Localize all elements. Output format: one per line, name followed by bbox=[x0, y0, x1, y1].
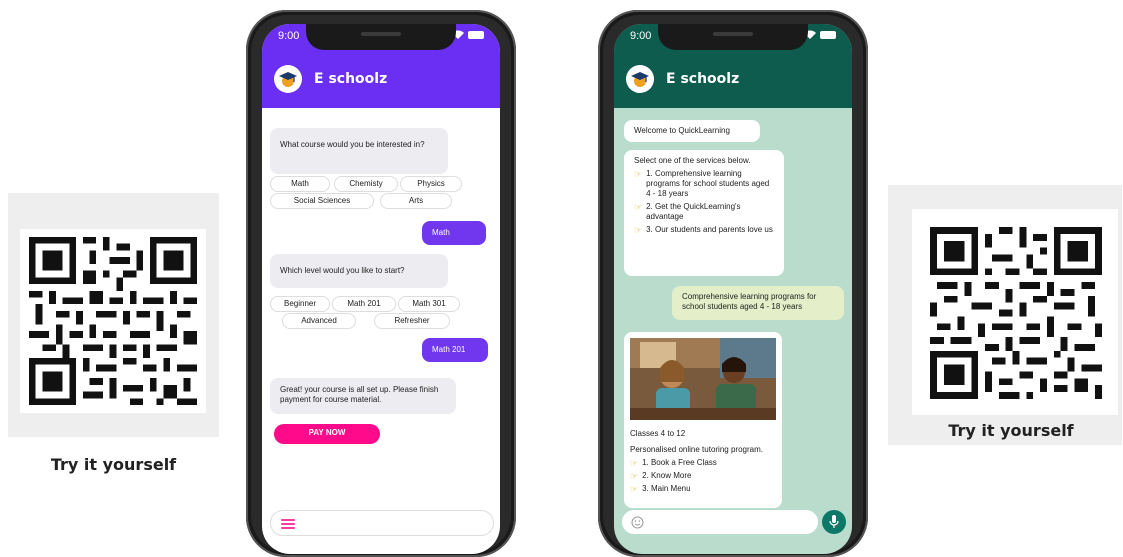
message-input[interactable] bbox=[622, 510, 818, 534]
question-level-bubble: Which level would you like to start? bbox=[270, 254, 448, 288]
service-item-2[interactable]: ☞ 2. Get the QuickLearning's advantage bbox=[634, 202, 774, 222]
option-chip-advanced[interactable]: Advanced bbox=[282, 313, 356, 329]
pointing-hand-icon: ☞ bbox=[634, 202, 643, 212]
phone-notch bbox=[658, 24, 808, 50]
service-item-3[interactable]: ☞ 3. Our students and parents love us bbox=[634, 225, 774, 235]
option-chip-math-301[interactable]: Math 301 bbox=[398, 296, 460, 312]
emoji-icon[interactable] bbox=[631, 516, 644, 529]
microphone-icon bbox=[829, 515, 839, 528]
school-logo-avatar[interactable] bbox=[626, 65, 654, 93]
option-main-menu[interactable]: ☞ 3. Main Menu bbox=[630, 484, 776, 494]
reply-bubble-math-201: Math 201 bbox=[422, 338, 488, 362]
microphone-button[interactable] bbox=[822, 510, 846, 534]
tutoring-photo bbox=[630, 338, 776, 420]
option-chip-math-201[interactable]: Math 201 bbox=[332, 296, 396, 312]
phone-mockup-left: 9:00 E schoolz What course would you be … bbox=[246, 10, 516, 557]
option-chip-refresher[interactable]: Refresher bbox=[374, 313, 450, 329]
phone-notch bbox=[306, 24, 456, 50]
graduation-cap-icon bbox=[631, 72, 649, 87]
welcome-bubble: Welcome to QuickLearning bbox=[624, 120, 760, 142]
chat-title: E schoolz bbox=[314, 71, 388, 87]
menu-icon[interactable] bbox=[281, 518, 295, 530]
classes-label: Classes 4 to 12 bbox=[630, 429, 686, 438]
option-chip-beginner[interactable]: Beginner bbox=[270, 296, 330, 312]
qr-frame-right bbox=[912, 209, 1118, 415]
chat-title: E schoolz bbox=[666, 71, 740, 87]
pay-now-button[interactable]: PAY NOW bbox=[274, 424, 380, 444]
option-book-free-class[interactable]: ☞ 1. Book a Free Class bbox=[630, 458, 776, 468]
services-intro: Select one of the services below. bbox=[634, 156, 751, 165]
services-menu-bubble: Select one of the services below. ☞ 1. Co… bbox=[624, 150, 784, 276]
service-item-1[interactable]: ☞ 1. Comprehensive learning programs for … bbox=[634, 169, 774, 199]
qr-caption-left: Try it yourself bbox=[50, 455, 177, 474]
pointing-hand-icon: ☞ bbox=[630, 458, 639, 468]
option-chip-physics[interactable]: Physics bbox=[400, 176, 462, 192]
option-chip-math[interactable]: Math bbox=[270, 176, 330, 192]
option-chip-social-sciences[interactable]: Social Sciences bbox=[270, 193, 374, 209]
phone-screen-right: 9:00 E schoolz Welcome to QuickLearning … bbox=[614, 24, 852, 554]
qr-code-right[interactable] bbox=[930, 227, 1102, 399]
option-chip-arts[interactable]: Arts bbox=[380, 193, 452, 209]
battery-icon bbox=[468, 31, 484, 39]
tutoring-description: Personalised online tutoring program. bbox=[630, 445, 763, 454]
chat-area: What course would you be interested in? … bbox=[262, 108, 500, 554]
graduation-cap-icon bbox=[279, 72, 297, 87]
question-course-bubble: What course would you be interested in? bbox=[270, 128, 448, 174]
status-time: 9:00 bbox=[630, 30, 652, 42]
pointing-hand-icon: ☞ bbox=[630, 484, 639, 494]
option-chip-chemistry[interactable]: Chemisty bbox=[334, 176, 398, 192]
battery-icon bbox=[820, 31, 836, 39]
pointing-hand-icon: ☞ bbox=[634, 225, 643, 235]
qr-caption-right: Try it yourself bbox=[948, 421, 1074, 440]
course-confirmation-bubble: Great! your course is all set up. Please… bbox=[270, 378, 456, 414]
reply-bubble-programs: Comprehensive learning programs for scho… bbox=[672, 286, 844, 320]
app-header: E schoolz bbox=[614, 50, 852, 108]
chat-area: Welcome to QuickLearning Select one of t… bbox=[614, 108, 852, 554]
classes-card-bubble: Classes 4 to 12 Personalised online tuto… bbox=[624, 332, 782, 508]
qr-frame-left bbox=[20, 229, 206, 413]
app-header: E schoolz bbox=[262, 50, 500, 108]
phone-mockup-right: 9:00 E schoolz Welcome to QuickLearning … bbox=[598, 10, 868, 557]
qr-card-right: Try it yourself bbox=[888, 185, 1122, 445]
school-logo-avatar[interactable] bbox=[274, 65, 302, 93]
status-time: 9:00 bbox=[278, 30, 300, 42]
phone-screen-left: 9:00 E schoolz What course would you be … bbox=[262, 24, 500, 554]
pointing-hand-icon: ☞ bbox=[630, 471, 639, 481]
reply-bubble-math: Math bbox=[422, 221, 486, 245]
qr-code-left[interactable] bbox=[28, 237, 198, 405]
message-input[interactable] bbox=[270, 510, 494, 536]
option-know-more[interactable]: ☞ 2. Know More bbox=[630, 471, 776, 481]
qr-card-left: Try it yourself bbox=[8, 193, 219, 474]
pointing-hand-icon: ☞ bbox=[634, 169, 643, 179]
